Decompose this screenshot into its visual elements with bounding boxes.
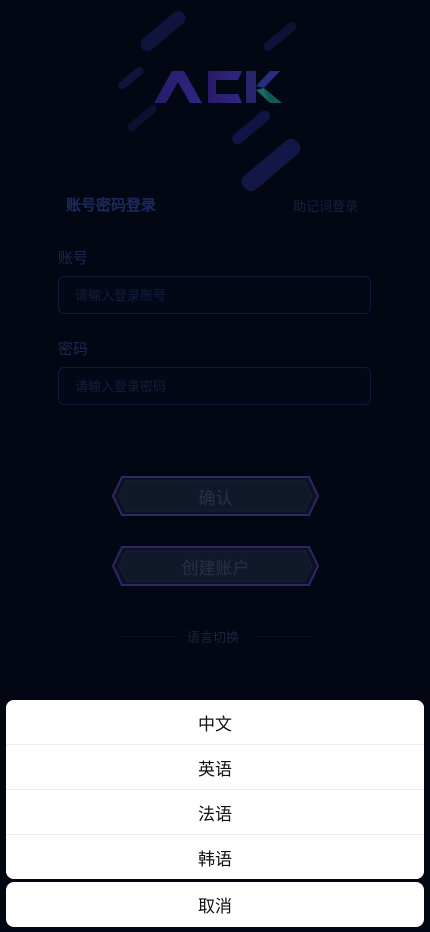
- language-action-sheet: 中文 英语 法语 韩语: [6, 700, 424, 879]
- language-option-english[interactable]: 英语: [6, 744, 424, 789]
- cancel-button[interactable]: 取消: [6, 882, 424, 927]
- language-option-korean[interactable]: 韩语: [6, 834, 424, 879]
- language-option-french[interactable]: 法语: [6, 789, 424, 834]
- language-option-chinese[interactable]: 中文: [6, 700, 424, 744]
